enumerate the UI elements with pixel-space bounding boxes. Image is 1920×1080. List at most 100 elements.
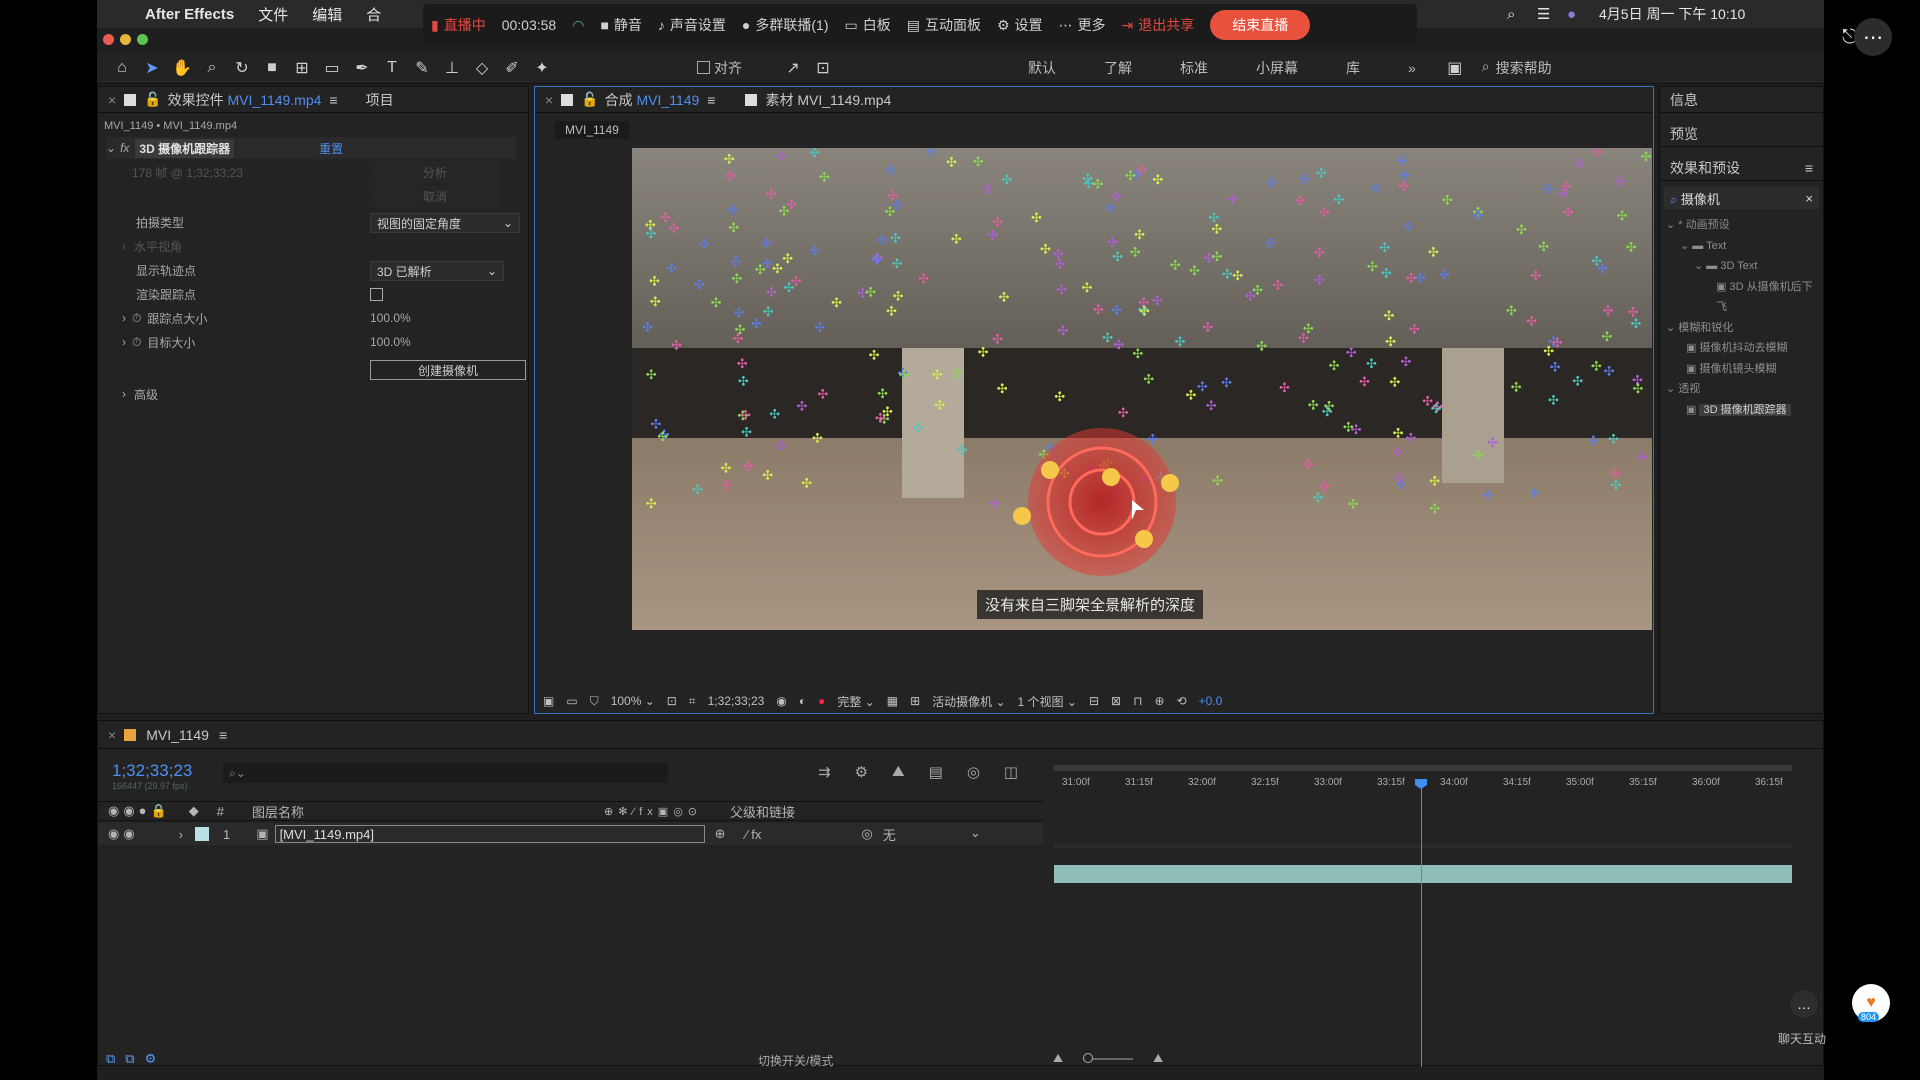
effect-header-row[interactable]: ⌄ fx 3D 摄像机跟踪器 重置 <box>106 137 516 159</box>
track-point-marker[interactable]: ✣ <box>1641 150 1652 165</box>
track-point-marker[interactable]: ✣ <box>762 469 773 484</box>
menu-file[interactable]: 文件 <box>258 4 288 25</box>
track-point-marker[interactable]: ✣ <box>1152 173 1163 188</box>
track-point-marker[interactable]: ✣ <box>1442 193 1453 208</box>
track-point-marker[interactable]: ✣ <box>1143 373 1154 388</box>
track-point-marker[interactable]: ✣ <box>1333 193 1344 208</box>
shoot-type-dropdown[interactable]: 视图的固定角度 ⌄ <box>370 213 520 233</box>
reset-link[interactable]: 重置 <box>319 140 343 157</box>
track-point-marker[interactable]: ✣ <box>869 349 880 364</box>
track-point-marker[interactable]: ✣ <box>1082 172 1093 187</box>
track-point-marker[interactable]: ✣ <box>730 255 741 270</box>
track-point-marker[interactable]: ✣ <box>1266 176 1277 191</box>
track-point-marker[interactable]: ✣ <box>1319 480 1330 495</box>
track-point-marker[interactable]: ✣ <box>1221 376 1232 391</box>
snapshot-icon[interactable]: ◉ <box>776 694 786 708</box>
track-point-marker[interactable]: ✣ <box>1206 399 1217 414</box>
type-tool-icon[interactable]: T <box>381 57 403 79</box>
stopwatch-icon[interactable]: ⏱ <box>132 335 141 350</box>
selected-track-point[interactable] <box>1041 461 1059 479</box>
track-point-marker[interactable]: ✣ <box>877 234 888 249</box>
expand-arrow-icon[interactable]: › <box>122 387 126 401</box>
track-point-marker[interactable]: ✣ <box>1574 157 1585 172</box>
track-point-marker[interactable]: ✣ <box>877 387 888 402</box>
camera-target[interactable] <box>1028 428 1176 576</box>
track-point-marker[interactable]: ✣ <box>1394 471 1405 486</box>
track-point-marker[interactable]: ✣ <box>1428 245 1439 260</box>
track-point-marker[interactable]: ✣ <box>899 368 910 383</box>
pen-tool-icon[interactable]: ✒ <box>351 57 373 79</box>
workspace-standard[interactable]: 标准 <box>1180 58 1208 78</box>
selected-track-point[interactable] <box>1161 474 1179 492</box>
track-point-marker[interactable]: ✣ <box>831 296 842 311</box>
camera-dropdown[interactable]: 活动摄像机 ⌄ <box>932 693 1005 710</box>
in-out-icon[interactable]: ⧉ <box>125 1051 134 1067</box>
track-point-marker[interactable]: ✣ <box>699 237 710 252</box>
audio-settings-button[interactable]: ♪ 声音设置 <box>658 15 726 35</box>
selection-tool-icon[interactable]: ➤ <box>141 57 163 79</box>
fx-switch-icon[interactable]: ⁄ fx <box>745 827 761 842</box>
workspace-default[interactable]: 默认 <box>1028 58 1056 78</box>
track-point-marker[interactable]: ✣ <box>987 228 998 243</box>
monitor-icon[interactable]: ▭ <box>566 694 577 708</box>
track-point-marker[interactable]: ✣ <box>1563 205 1574 220</box>
frame-blending-icon[interactable]: ▤ <box>929 763 943 781</box>
track-point-marker[interactable]: ✣ <box>1604 364 1615 379</box>
track-point-marker[interactable]: ✣ <box>865 285 876 300</box>
track-point-marker[interactable]: ✣ <box>992 216 1003 231</box>
track-point-marker[interactable]: ✣ <box>989 497 1000 512</box>
track-point-marker[interactable]: ✣ <box>1111 304 1122 319</box>
track-point-marker[interactable]: ✣ <box>1346 346 1357 361</box>
pick-whip-icon[interactable]: ◎ <box>861 826 872 842</box>
create-camera-button[interactable]: 创建摄像机 <box>370 360 526 380</box>
track-point-marker[interactable]: ✣ <box>740 408 751 423</box>
tab-menu-icon[interactable]: ≡ <box>329 92 337 108</box>
track-point-marker[interactable]: ✣ <box>892 199 903 214</box>
track-point-marker[interactable]: ✣ <box>1429 502 1440 517</box>
track-point-marker[interactable]: ✣ <box>731 272 742 287</box>
camera-tool-icon[interactable]: ■ <box>261 57 283 79</box>
track-point-marker[interactable]: ✣ <box>1637 450 1648 465</box>
track-point-marker[interactable]: ✣ <box>1538 240 1549 255</box>
draft-3d-icon[interactable]: ⚙ <box>855 763 868 781</box>
track-point-marker[interactable]: ✣ <box>882 405 893 420</box>
timeline-icon[interactable]: ⊓ <box>1133 694 1142 708</box>
quality-dropdown[interactable]: 完整 ⌄ <box>837 693 874 710</box>
track-point-marker[interactable]: ✣ <box>886 163 897 178</box>
layer-label-color[interactable] <box>195 827 210 841</box>
track-point-marker[interactable]: ✣ <box>1298 331 1309 346</box>
zoom-in-icon[interactable]: ⛰ <box>1153 1051 1163 1066</box>
guides-icon[interactable]: ⊞ <box>910 694 920 708</box>
track-point-marker[interactable]: ✣ <box>1431 402 1442 417</box>
motion-blur-icon[interactable]: ◎ <box>967 763 980 781</box>
track-point-marker[interactable]: ✣ <box>890 232 901 247</box>
track-point-marker[interactable]: ✣ <box>1299 173 1310 188</box>
toggle-pixel-icon[interactable]: ⊟ <box>1089 694 1099 708</box>
track-point-marker[interactable]: ✣ <box>711 296 722 311</box>
track-point-marker[interactable]: ✣ <box>1302 458 1313 473</box>
track-point-marker[interactable]: ✣ <box>1319 206 1330 221</box>
track-point-marker[interactable]: ✣ <box>1601 330 1612 345</box>
track-point-marker[interactable]: ✣ <box>1482 488 1493 503</box>
track-point-marker[interactable]: ✣ <box>1208 211 1219 226</box>
always-preview-icon[interactable]: ▣ <box>543 694 554 708</box>
track-point-marker[interactable]: ✣ <box>1134 228 1145 243</box>
clone-stamp-tool-icon[interactable]: ⊥ <box>441 57 463 79</box>
track-point-marker[interactable]: ✣ <box>1152 294 1163 309</box>
brush-tool-icon[interactable]: ✎ <box>411 57 433 79</box>
comp-mini-flowchart-icon[interactable]: ⇉ <box>818 763 831 781</box>
target-size-value[interactable]: 100.0% <box>370 331 411 353</box>
zoom-slider[interactable]: ⛰ ⛰ <box>1053 1051 1163 1066</box>
layer-name[interactable]: [MVI_1149.mp4] <box>274 825 705 843</box>
expand-arrow-icon[interactable]: › <box>179 827 183 842</box>
track-point-marker[interactable]: ✣ <box>694 278 705 293</box>
track-point-marker[interactable]: ✣ <box>1295 194 1306 209</box>
siri-icon[interactable]: ● <box>1567 6 1576 23</box>
track-point-marker[interactable]: ✣ <box>725 170 736 185</box>
track-point-marker[interactable]: ✣ <box>692 483 703 498</box>
track-point-marker[interactable]: ✣ <box>1393 427 1404 442</box>
layer-visibility-icon[interactable]: ◉◉ <box>108 826 139 842</box>
track-point-marker[interactable]: ✣ <box>1617 209 1628 224</box>
preview-tab[interactable]: 预览 <box>1660 121 1823 147</box>
track-point-marker[interactable]: ✣ <box>973 155 984 170</box>
